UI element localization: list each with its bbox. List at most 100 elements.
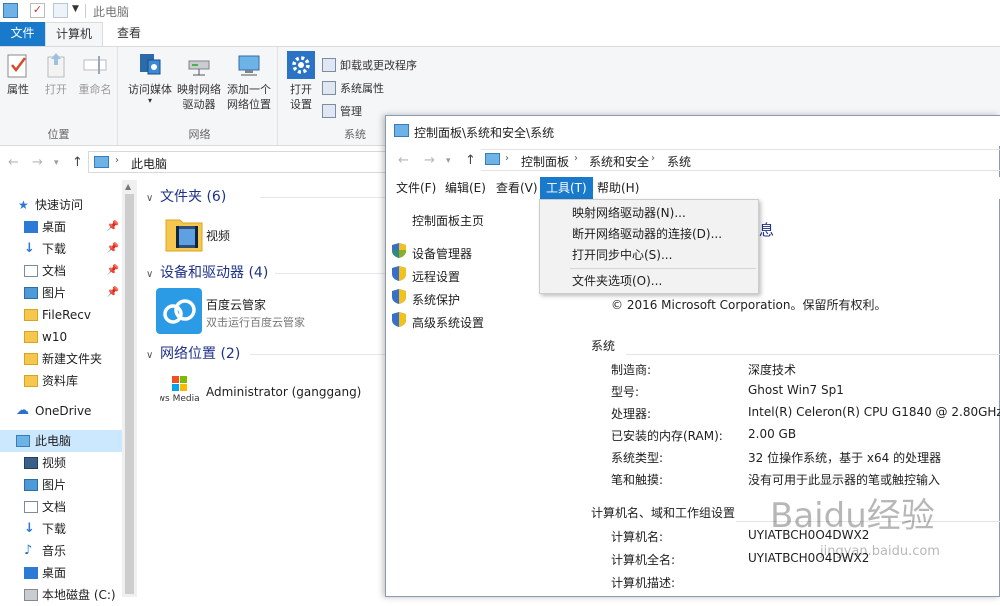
system-address-input[interactable]: › 控制面板 › 系统和安全 › 系统 — [481, 149, 1000, 171]
nav-item-music[interactable]: ♪ 音乐 — [0, 540, 122, 562]
explorer-content: ∨ 文件夹 (6) 视频 ∨ 设备和驱动器 (4) 百度云管家 双击运行百度云管家 … — [140, 180, 390, 597]
pin-icon[interactable]: 📌 — [107, 260, 119, 282]
up-arrow-icon[interactable]: ↑ — [72, 155, 83, 170]
device-manager-link[interactable]: 设备管理器 — [412, 245, 472, 262]
uninstall-program-button[interactable]: 卸载或更改程序 — [322, 57, 417, 77]
pin-icon[interactable]: 📌 — [107, 238, 119, 260]
shield-icon — [392, 289, 406, 304]
menu-view[interactable]: 查看(V) — [490, 177, 544, 199]
section-divider — [250, 354, 390, 355]
map-network-drive-button[interactable]: 映射网络 驱动器 — [174, 51, 224, 112]
properties-button[interactable]: 属性 — [2, 51, 34, 97]
add-network-location-button[interactable]: 添加一个 网络位置 — [224, 51, 274, 112]
section-header-folders[interactable]: ∨ 文件夹 (6) — [146, 187, 226, 207]
menu-help[interactable]: 帮助(H) — [591, 177, 645, 199]
new-folder-quick-icon[interactable] — [53, 3, 68, 18]
menu-item-disconnect-network-drive[interactable]: 断开网络驱动器的连接(D)... — [540, 224, 758, 245]
nav-item-quick-access[interactable]: ★ 快速访问 — [0, 194, 122, 216]
nav-item-downloads-pc[interactable]: ↓ 下载 — [0, 518, 122, 540]
system-protection-link[interactable]: 系统保护 — [412, 291, 460, 308]
menu-item-map-network-drive[interactable]: 映射网络驱动器(N)... — [540, 203, 758, 224]
recent-dropdown-icon[interactable]: ▾ — [446, 156, 451, 166]
gear-icon — [287, 51, 315, 79]
menu-separator — [570, 268, 756, 269]
nav-pane-scrollbar[interactable]: ▲ — [122, 180, 137, 597]
address-crumb[interactable]: 此电脑 — [131, 155, 167, 172]
rename-button[interactable]: 重命名 — [76, 51, 114, 97]
access-media-button[interactable]: 访问媒体 ▾ — [126, 51, 174, 105]
ribbon-group-network: 访问媒体 ▾ 映射网络 驱动器 添加一个 网络位置 网络 — [122, 47, 278, 145]
manufacturer-value: 深度技术 — [748, 363, 797, 377]
nav-item-w10[interactable]: w10 — [0, 326, 122, 348]
star-icon: ★ — [18, 198, 29, 212]
chevron-down-icon: ∨ — [146, 269, 154, 280]
nav-item-desktop-pc[interactable]: 桌面 — [0, 562, 122, 584]
recent-dropdown-icon[interactable]: ▾ — [54, 158, 59, 168]
folder-name[interactable]: 视频 — [206, 227, 230, 244]
crumb-control-panel[interactable]: 控制面板 — [521, 153, 569, 170]
remote-settings-link[interactable]: 远程设置 — [412, 268, 460, 285]
nav-item-desktop[interactable]: 桌面 📌 — [0, 216, 122, 238]
back-arrow-icon[interactable]: ← — [8, 155, 19, 170]
nav-item-documents-pc[interactable]: 文档 — [0, 496, 122, 518]
properties-icon — [7, 54, 27, 78]
section-divider — [275, 273, 390, 274]
properties-quick-icon[interactable]: ✓ — [30, 3, 45, 18]
section-divider — [736, 521, 1000, 522]
nav-item-new-folder[interactable]: 新建文件夹 — [0, 348, 122, 370]
scrollbar-thumb[interactable] — [125, 194, 134, 594]
menu-edit[interactable]: 编辑(E) — [439, 177, 492, 199]
advanced-system-settings-link[interactable]: 高级系统设置 — [412, 314, 484, 331]
system-properties-button[interactable]: 系统属性 — [322, 80, 384, 100]
forward-arrow-icon[interactable]: → — [424, 153, 435, 168]
crumb-system-security[interactable]: 系统和安全 — [589, 153, 649, 170]
quick-access-dropdown-icon[interactable]: ▼ — [72, 4, 79, 14]
nav-item-pictures[interactable]: 图片 📌 — [0, 282, 122, 304]
nav-item-downloads[interactable]: ↓ 下载 📌 — [0, 238, 122, 260]
open-button[interactable]: 打开 — [40, 51, 72, 97]
network-location-name[interactable]: Administrator (ganggang) — [206, 385, 361, 399]
nav-item-library[interactable]: 资料库 — [0, 370, 122, 392]
system-window-title: 控制面板\系统和安全\系统 — [414, 126, 555, 140]
tab-computer[interactable]: 计算机 — [45, 22, 103, 47]
nav-item-videos[interactable]: 视频 — [0, 452, 122, 474]
nav-item-onedrive[interactable]: ☁ OneDrive — [0, 400, 122, 422]
explorer-titlebar: ✓ ▼ 此电脑 — [0, 0, 1000, 22]
titlebar-divider — [85, 4, 86, 18]
nav-item-documents[interactable]: 文档 📌 — [0, 260, 122, 282]
manage-button[interactable]: 管理 — [322, 103, 362, 123]
pin-icon[interactable]: 📌 — [107, 216, 119, 238]
ribbon-group-location: 属性 打开 重命名 位置 — [0, 47, 118, 145]
manage-icon — [322, 104, 336, 118]
forward-arrow-icon[interactable]: → — [32, 155, 43, 170]
menu-file[interactable]: 文件(F) — [390, 177, 442, 199]
nav-item-pictures-pc[interactable]: 图片 — [0, 474, 122, 496]
tab-view[interactable]: 查看 — [107, 22, 151, 46]
open-icon — [47, 53, 65, 78]
section-header-network[interactable]: ∨ 网络位置 (2) — [146, 344, 240, 364]
tools-dropdown-menu: 映射网络驱动器(N)... 断开网络驱动器的连接(D)... 打开同步中心(S)… — [539, 199, 759, 294]
pin-icon[interactable]: 📌 — [107, 282, 119, 304]
chevron-right-icon: › — [505, 153, 509, 164]
menu-item-open-sync-center[interactable]: 打开同步中心(S)... — [540, 245, 758, 266]
address-input[interactable]: › 此电脑 — [88, 151, 388, 173]
nav-item-this-pc[interactable]: 此电脑 — [0, 430, 122, 452]
download-icon: ↓ — [24, 241, 35, 256]
media-icon — [140, 54, 161, 75]
control-panel-home-link[interactable]: 控制面板主页 — [412, 212, 484, 229]
desktop-icon — [24, 567, 38, 579]
open-settings-button[interactable]: 打开 设置 — [284, 51, 318, 112]
up-arrow-icon[interactable]: ↑ — [465, 153, 476, 168]
section-header-devices[interactable]: ∨ 设备和驱动器 (4) — [146, 263, 268, 283]
menu-item-folder-options[interactable]: 文件夹选项(O)... — [540, 271, 758, 292]
section-divider — [260, 197, 390, 198]
nav-item-filerecv[interactable]: FileRecv — [0, 304, 122, 326]
crumb-system[interactable]: 系统 — [667, 153, 691, 170]
menu-tools[interactable]: 工具(T) — [540, 177, 593, 199]
back-arrow-icon[interactable]: ← — [398, 153, 409, 168]
device-name[interactable]: 百度云管家 — [206, 296, 266, 313]
tab-file[interactable]: 文件 — [0, 22, 45, 46]
scroll-up-icon[interactable]: ▲ — [125, 182, 131, 191]
chevron-right-icon: › — [574, 153, 578, 164]
nav-item-local-disk[interactable]: 本地磁盘 (C:) — [0, 584, 122, 606]
